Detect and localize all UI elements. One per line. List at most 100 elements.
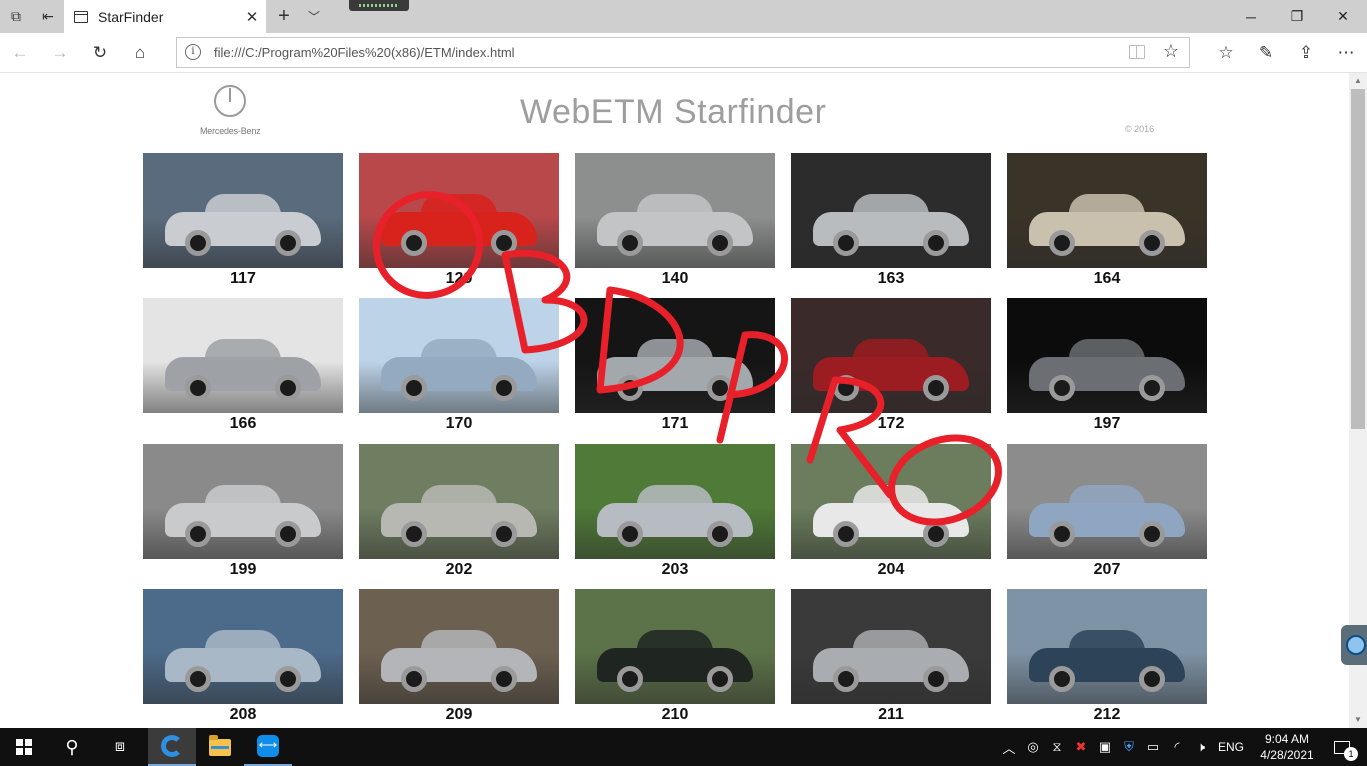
model-photo[interactable]: [359, 298, 559, 413]
model-photo[interactable]: [143, 589, 343, 704]
model-label[interactable]: 166: [143, 415, 343, 433]
model-photo[interactable]: [1007, 444, 1207, 559]
start-button[interactable]: [0, 728, 48, 766]
add-notes-icon[interactable]: ✎: [1246, 33, 1286, 73]
model-card-204[interactable]: 204: [791, 444, 991, 579]
wifi-icon[interactable]: ◜: [1166, 728, 1188, 766]
share-icon[interactable]: ⇪: [1286, 33, 1326, 73]
address-url[interactable]: file:///C:/Program%20Files%20(x86)/ETM/i…: [214, 45, 515, 60]
model-label[interactable]: 129: [359, 270, 559, 288]
model-label[interactable]: 204: [791, 561, 991, 579]
model-label[interactable]: 172: [791, 415, 991, 433]
info-icon[interactable]: i: [185, 44, 201, 60]
model-card-203[interactable]: 203: [575, 444, 775, 579]
model-card-171[interactable]: 171: [575, 298, 775, 433]
model-photo[interactable]: [143, 298, 343, 413]
model-card-207[interactable]: 207: [1007, 444, 1207, 579]
model-photo[interactable]: [575, 589, 775, 704]
model-photo[interactable]: [1007, 589, 1207, 704]
model-label[interactable]: 197: [1007, 415, 1207, 433]
close-window-icon[interactable]: ✕: [1320, 0, 1366, 33]
language-indicator[interactable]: ENG: [1214, 728, 1248, 766]
favorite-star-icon[interactable]: ☆: [1163, 41, 1179, 62]
model-card-208[interactable]: 208: [143, 589, 343, 724]
model-label[interactable]: 210: [575, 706, 775, 724]
model-card-166[interactable]: 166: [143, 298, 343, 433]
model-card-172[interactable]: 172: [791, 298, 991, 433]
model-card-212[interactable]: 212: [1007, 589, 1207, 724]
volume-icon[interactable]: 🕨: [1190, 728, 1212, 766]
home-icon[interactable]: ⌂: [120, 33, 160, 73]
refresh-icon[interactable]: ↻: [80, 33, 120, 73]
file-explorer-button[interactable]: [196, 728, 244, 766]
action-center-button[interactable]: 1: [1322, 728, 1362, 766]
model-card-211[interactable]: 211: [791, 589, 991, 724]
model-photo[interactable]: [359, 153, 559, 268]
teamviewer-app-button[interactable]: [244, 728, 292, 766]
forward-icon[interactable]: →: [40, 33, 80, 73]
model-photo[interactable]: [575, 298, 775, 413]
model-photo[interactable]: [1007, 298, 1207, 413]
scroll-down-icon[interactable]: ▼: [1349, 712, 1367, 728]
favorites-list-icon[interactable]: ☆: [1206, 33, 1246, 73]
model-label[interactable]: 203: [575, 561, 775, 579]
model-card-202[interactable]: 202: [359, 444, 559, 579]
model-card-129[interactable]: 129: [359, 153, 559, 288]
model-label[interactable]: 170: [359, 415, 559, 433]
scroll-up-icon[interactable]: ▲: [1349, 73, 1367, 89]
set-tabs-aside-icon[interactable]: ⧉: [0, 0, 32, 33]
sync-icon[interactable]: ◎: [1022, 728, 1044, 766]
model-card-163[interactable]: 163: [791, 153, 991, 288]
model-label[interactable]: 199: [143, 561, 343, 579]
tab-preview-chevron-icon[interactable]: ﹀: [300, 0, 328, 33]
model-label[interactable]: 207: [1007, 561, 1207, 579]
model-photo[interactable]: [791, 298, 991, 413]
model-photo[interactable]: [359, 444, 559, 559]
model-label[interactable]: 117: [143, 270, 343, 288]
model-card-197[interactable]: 197: [1007, 298, 1207, 433]
model-label[interactable]: 212: [1007, 706, 1207, 724]
model-photo[interactable]: [143, 444, 343, 559]
model-card-117[interactable]: 117: [143, 153, 343, 288]
model-label[interactable]: 209: [359, 706, 559, 724]
model-card-164[interactable]: 164: [1007, 153, 1207, 288]
model-label[interactable]: 202: [359, 561, 559, 579]
model-photo[interactable]: [791, 589, 991, 704]
model-photo[interactable]: [359, 589, 559, 704]
reading-view-icon[interactable]: [1129, 45, 1145, 59]
model-photo[interactable]: [791, 444, 991, 559]
restore-icon[interactable]: ❐: [1274, 0, 1320, 33]
network-error-icon[interactable]: ✖: [1070, 728, 1092, 766]
model-card-170[interactable]: 170: [359, 298, 559, 433]
model-label[interactable]: 171: [575, 415, 775, 433]
new-tab-icon[interactable]: +: [270, 0, 298, 33]
tray-window-icon[interactable]: ▣: [1094, 728, 1116, 766]
model-card-199[interactable]: 199: [143, 444, 343, 579]
model-photo[interactable]: [1007, 153, 1207, 268]
model-photo[interactable]: [575, 153, 775, 268]
model-label[interactable]: 140: [575, 270, 775, 288]
tray-app-icon[interactable]: ⧖: [1046, 728, 1068, 766]
model-label[interactable]: 211: [791, 706, 991, 724]
task-view-icon[interactable]: ⧈: [96, 728, 144, 766]
power-icon[interactable]: ▭: [1142, 728, 1164, 766]
show-hidden-icons-chevron-icon[interactable]: ︿: [1000, 728, 1018, 766]
model-card-209[interactable]: 209: [359, 589, 559, 724]
model-label[interactable]: 164: [1007, 270, 1207, 288]
system-clock[interactable]: 9:04 AM 4/28/2021: [1252, 731, 1322, 763]
close-tab-icon[interactable]: ✕: [238, 0, 266, 33]
search-icon[interactable]: ⚲: [48, 728, 96, 766]
address-bar[interactable]: i file:///C:/Program%20Files%20(x86)/ETM…: [176, 37, 1190, 68]
model-card-210[interactable]: 210: [575, 589, 775, 724]
model-photo[interactable]: [791, 153, 991, 268]
browser-tab[interactable]: StarFinder ✕: [64, 0, 266, 33]
model-label[interactable]: 163: [791, 270, 991, 288]
teamviewer-side-panel-handle[interactable]: [1341, 625, 1367, 665]
scrollbar-thumb[interactable]: [1351, 89, 1365, 429]
model-card-140[interactable]: 140: [575, 153, 775, 288]
model-photo[interactable]: [575, 444, 775, 559]
minimize-icon[interactable]: ─: [1228, 0, 1274, 33]
edge-app-button[interactable]: [148, 728, 196, 766]
security-shield-icon[interactable]: ⛨: [1118, 728, 1140, 766]
back-icon[interactable]: ←: [0, 33, 40, 73]
